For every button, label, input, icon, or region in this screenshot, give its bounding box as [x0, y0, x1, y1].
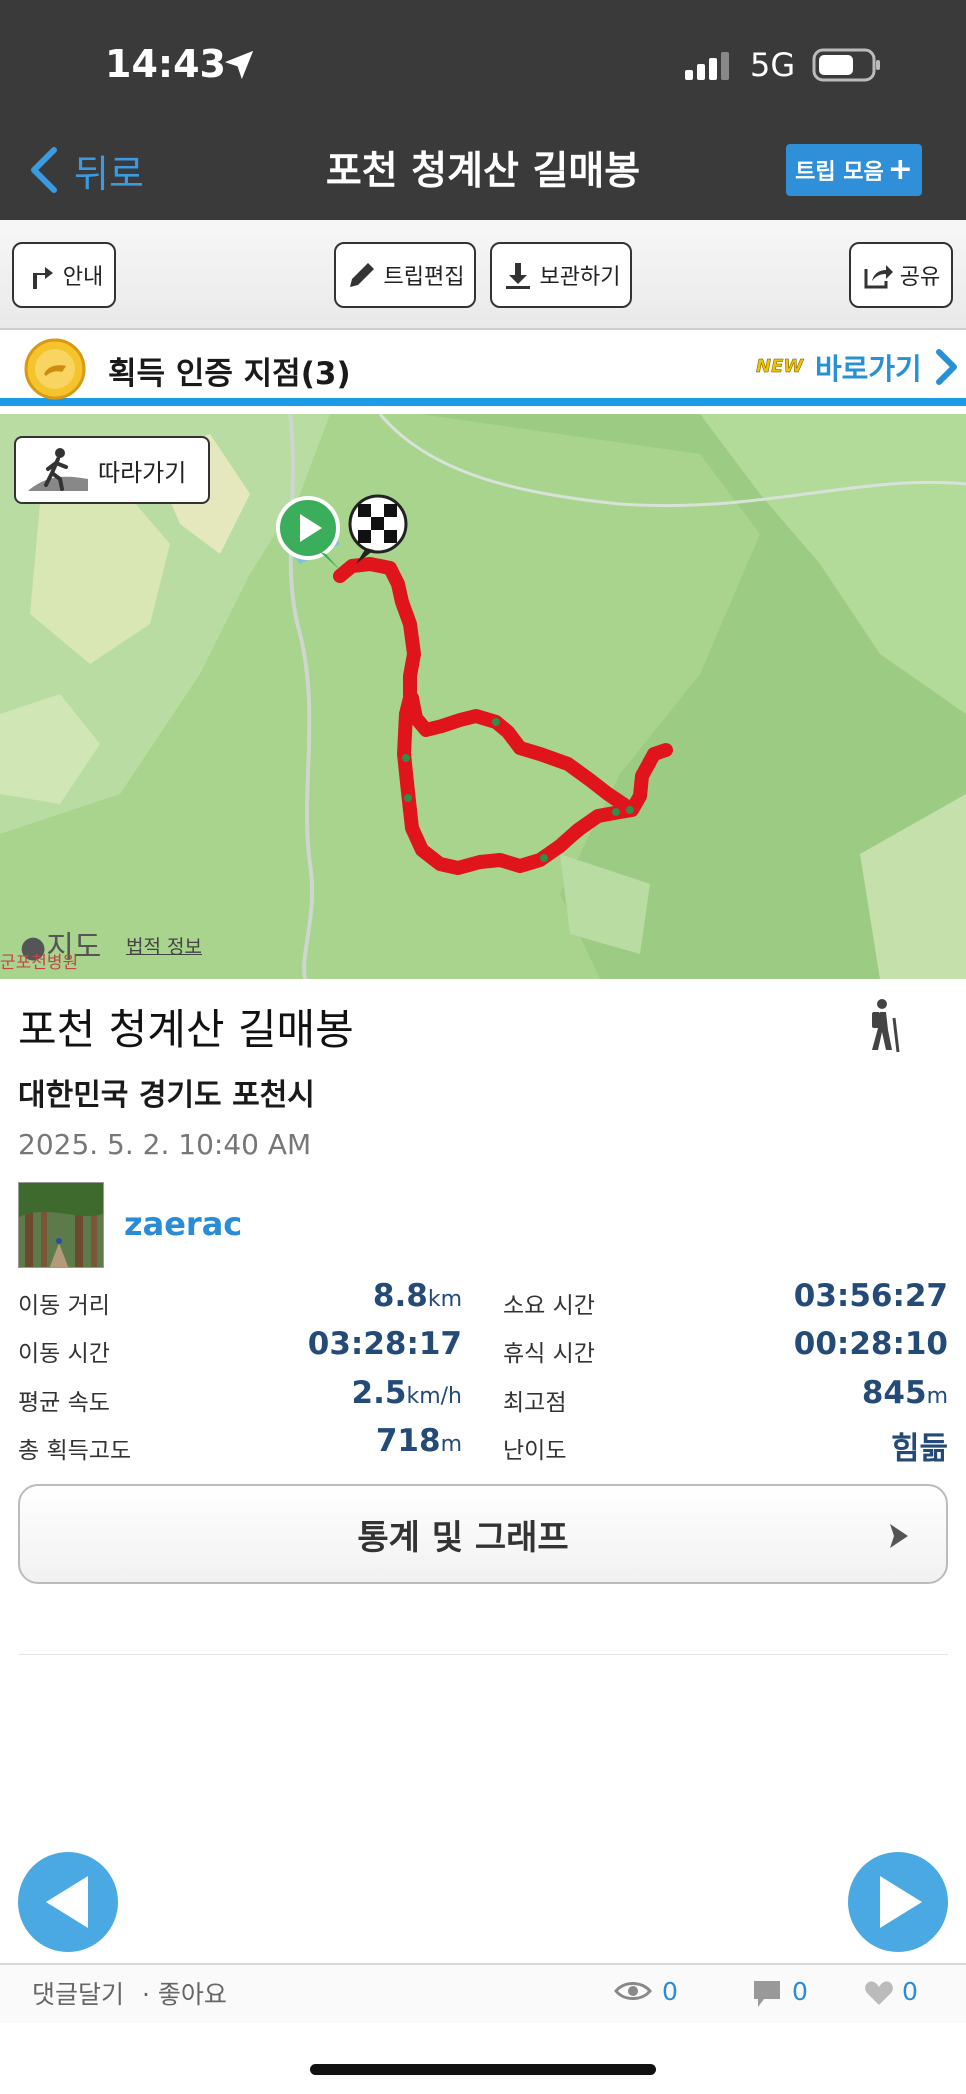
stats-graph-label: 통계 및 그래프 — [357, 1517, 569, 1558]
edit-trip-button[interactable]: 트립편집 — [334, 242, 476, 308]
waypoint-marker — [626, 806, 634, 814]
map-region-label: 군포천병원 — [0, 953, 79, 973]
moving-time-label: 이동 시간 — [18, 1341, 110, 1367]
like-count: 0 — [902, 1977, 918, 2006]
max-elevation-label: 최고점 — [503, 1390, 567, 1416]
top-bar: 14:43 5G 뒤로 포천 청계산 길매봉 트립 모음 + — [0, 0, 966, 220]
distance-unit: km — [427, 1287, 462, 1312]
previous-trip-button[interactable] — [18, 1852, 118, 1952]
distance-label: 이동 거리 — [18, 1293, 110, 1319]
like-link[interactable]: · 좋아요 — [142, 1975, 227, 2011]
trip-collection-button[interactable]: 트립 모음 + — [786, 144, 922, 196]
comment-count: 0 — [792, 1977, 808, 2006]
hiker-icon — [872, 999, 900, 1053]
footer-bar: 댓글달기 · 좋아요 0 0 0 — [0, 1963, 966, 2023]
rest-time-value: 00:28:10 — [793, 1326, 948, 1362]
signal-icon — [685, 52, 729, 80]
medal-icon — [24, 338, 86, 400]
moving-time-value: 03:28:17 — [307, 1326, 462, 1362]
avg-speed-value: 2.5km/h — [240, 1375, 462, 1411]
battery-icon — [812, 48, 880, 82]
total-ascent-unit: m — [440, 1432, 462, 1457]
trip-datetime: 2025. 5. 2. 10:40 AM — [18, 1128, 312, 1161]
total-ascent-value: 718m — [240, 1423, 462, 1459]
plus-icon: + — [887, 152, 913, 187]
max-elevation-unit: m — [926, 1384, 948, 1409]
avatar[interactable] — [18, 1182, 104, 1268]
network-type: 5G — [750, 46, 796, 84]
waypoint-marker — [402, 754, 410, 762]
location-arrow-icon — [224, 50, 254, 80]
stats-graph-button[interactable]: 통계 및 그래프 — [18, 1484, 948, 1584]
trip-collection-label: 트립 모음 — [795, 160, 884, 185]
share-button[interactable]: 공유 — [849, 242, 953, 308]
distance-value: 8.8km — [240, 1278, 462, 1314]
max-elevation-number: 845 — [861, 1375, 927, 1411]
distance-number: 8.8 — [372, 1278, 428, 1314]
waypoint-marker — [540, 854, 548, 862]
go-to-link[interactable]: 바로가기 — [815, 346, 958, 388]
avg-speed-label: 평균 속도 — [18, 1390, 110, 1416]
rest-time-label: 휴식 시간 — [503, 1341, 595, 1367]
elapsed-label: 소요 시간 — [503, 1293, 595, 1319]
home-indicator — [310, 2064, 656, 2075]
comment-icon — [754, 1981, 780, 2007]
follow-button[interactable]: 따라가기 — [14, 436, 210, 504]
turn-sign-icon — [32, 267, 53, 289]
waypoint-marker — [404, 794, 412, 802]
total-ascent-number: 718 — [375, 1423, 441, 1459]
divider — [18, 1654, 948, 1655]
edit-trip-label: 트립편집 — [383, 265, 465, 290]
share-icon — [864, 265, 893, 289]
next-trip-button[interactable] — [848, 1852, 948, 1952]
max-elevation-value: 845m — [720, 1375, 948, 1411]
toolbar: 안내 트립편집 보관하기 공유 — [0, 220, 966, 330]
chevron-right-icon — [890, 1524, 908, 1548]
follow-label: 따라가기 — [98, 458, 187, 487]
new-tag: NEW — [756, 356, 804, 378]
triangle-right-icon — [880, 1876, 922, 1928]
status-time: 14:43 — [105, 42, 226, 86]
chevron-right-icon — [935, 349, 957, 385]
trip-location: 대한민국 경기도 포천시 — [18, 1078, 315, 1113]
view-count: 0 — [662, 1977, 678, 2006]
guide-button[interactable]: 안내 — [12, 242, 116, 308]
save-label: 보관하기 — [539, 265, 621, 290]
total-ascent-label: 총 획득고도 — [18, 1438, 132, 1464]
route-map[interactable]: 따라가기 ●지도 법적 정보 군포천병원 — [0, 414, 966, 979]
save-button[interactable]: 보관하기 — [490, 242, 632, 308]
eye-icon — [614, 1982, 652, 2000]
difficulty-label: 난이도 — [503, 1438, 567, 1464]
badge-bar[interactable]: 획득 인증 지점(3) NEW 바로가기 — [0, 330, 966, 406]
heart-icon — [865, 1981, 893, 2005]
guide-label: 안내 — [62, 265, 104, 290]
elapsed-value: 03:56:27 — [793, 1278, 948, 1314]
waypoint-marker — [612, 808, 620, 816]
username[interactable]: zaerac — [124, 1205, 242, 1243]
avg-speed-unit: km/h — [406, 1384, 462, 1409]
badge-title: 획득 인증 지점(3) — [108, 356, 351, 392]
comment-link[interactable]: 댓글달기 — [32, 1975, 124, 2011]
walking-person-icon — [28, 448, 88, 491]
download-icon — [505, 263, 530, 289]
difficulty-value: 힘듦 — [890, 1431, 948, 1467]
trip-name: 포천 청계산 길매봉 — [18, 1005, 354, 1054]
waypoint-marker — [492, 718, 500, 726]
legal-info-link[interactable]: 법적 정보 — [126, 932, 202, 959]
pencil-icon — [349, 263, 374, 287]
avg-speed-number: 2.5 — [351, 1375, 407, 1411]
avatar-image — [19, 1183, 103, 1267]
triangle-left-icon — [46, 1876, 88, 1928]
go-to-label: 바로가기 — [815, 352, 922, 386]
share-label: 공유 — [899, 265, 941, 290]
